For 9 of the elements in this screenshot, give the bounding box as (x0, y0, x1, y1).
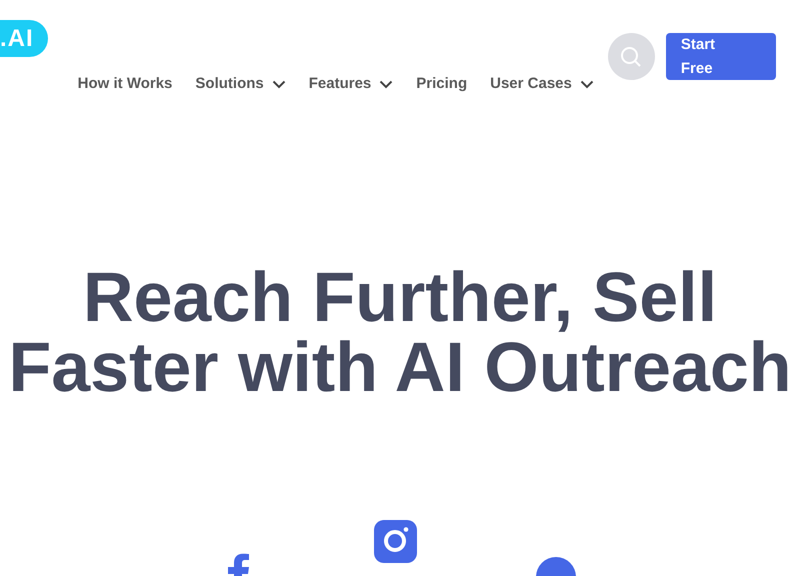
instagram-icon[interactable] (374, 520, 417, 563)
search-icon (620, 46, 642, 68)
start-free-button[interactable]: Start Free (666, 33, 776, 80)
hero-heading: Reach Further, Sell Faster with AI Outreach (7, 262, 793, 402)
nav-link[interactable]: How it Works (78, 73, 172, 96)
nav-link[interactable]: Pricing (416, 73, 468, 96)
nav-link[interactable]: User Cases (490, 73, 594, 96)
nav-link[interactable]: Features (308, 73, 394, 96)
nav-link[interactable]: Solutions (195, 73, 286, 96)
